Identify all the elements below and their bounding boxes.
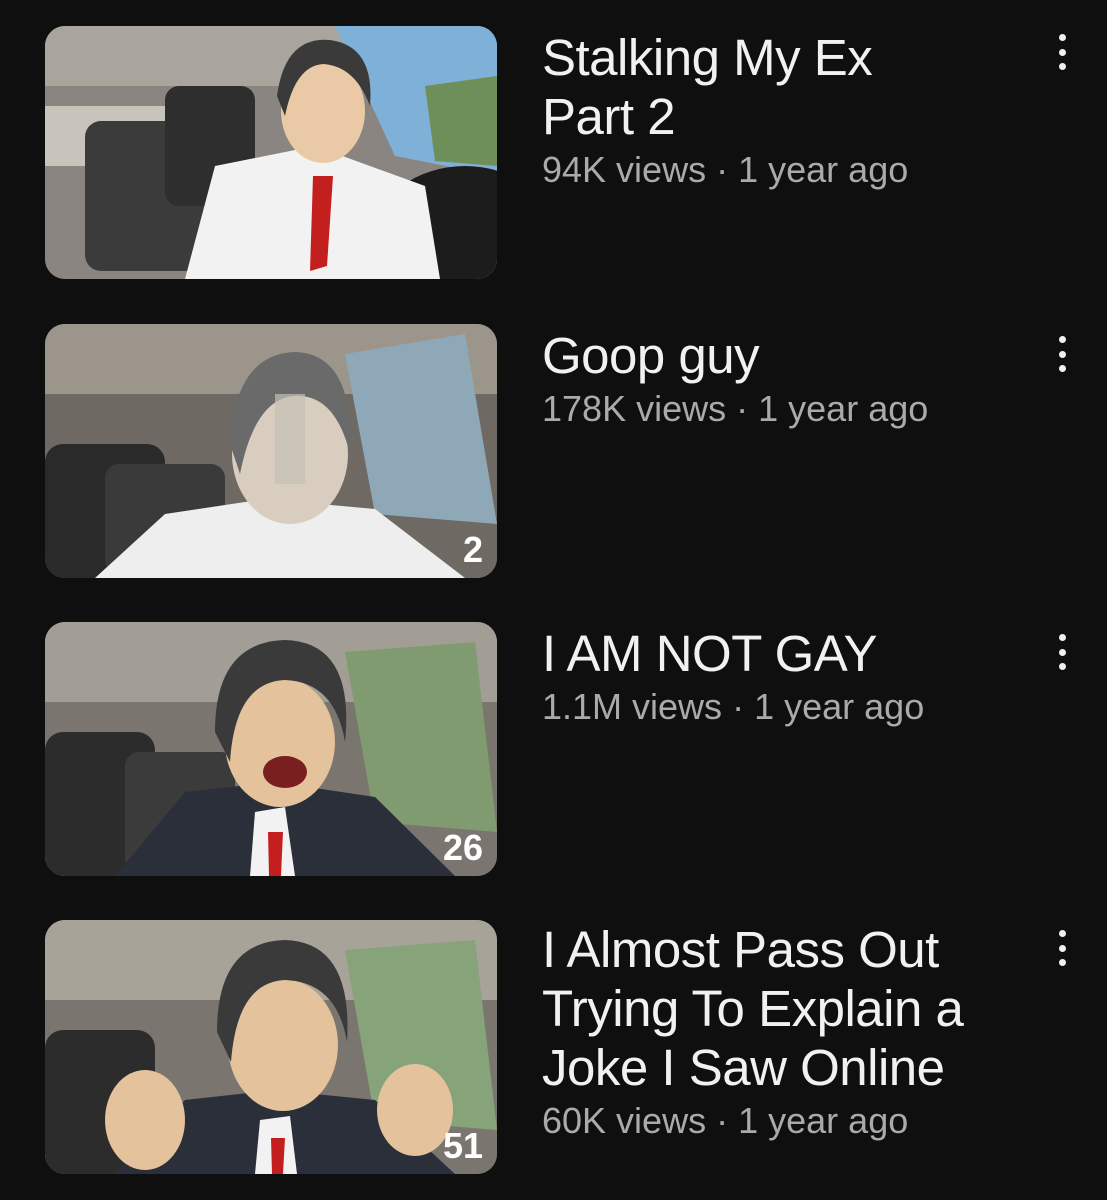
car-interior-illustration (45, 324, 497, 578)
separator: · (716, 1100, 729, 1141)
video-title[interactable]: I AM NOT GAY (542, 624, 1012, 683)
more-vert-icon[interactable] (1050, 926, 1074, 970)
view-count: 60K views (542, 1100, 707, 1141)
video-meta: Goop guy 178K views · 1 year ago (542, 326, 1012, 431)
title-line: Part 2 (542, 88, 676, 145)
episode-number-badge: 26 (442, 827, 483, 868)
video-meta: Stalking My Ex Part 2 94K views · 1 year… (542, 28, 1012, 192)
more-vert-icon[interactable] (1050, 630, 1074, 674)
video-stats: 1.1M views · 1 year ago (542, 685, 1012, 729)
episode-number-badge: 2 (462, 529, 483, 570)
video-stats: 60K views · 1 year ago (542, 1099, 1012, 1143)
title-line: Joke I Saw Online (542, 1039, 945, 1096)
separator: · (736, 388, 749, 429)
video-stats: 178K views · 1 year ago (542, 387, 1012, 431)
separator: · (732, 686, 745, 727)
title-line: I AM NOT GAY (542, 625, 878, 682)
video-title[interactable]: Stalking My Ex Part 2 (542, 28, 1012, 146)
title-line: Goop guy (542, 327, 760, 384)
video-thumbnail[interactable]: 2 (45, 324, 497, 578)
video-title[interactable]: Goop guy (542, 326, 1012, 385)
more-vert-icon[interactable] (1050, 332, 1074, 376)
video-meta: I Almost Pass Out Trying To Explain a Jo… (542, 920, 1012, 1143)
video-thumbnail[interactable]: 26 (45, 622, 497, 876)
upload-age: 1 year ago (738, 149, 909, 190)
car-interior-illustration (45, 920, 497, 1174)
video-meta: I AM NOT GAY 1.1M views · 1 year ago (542, 624, 1012, 729)
video-thumbnail[interactable] (45, 26, 497, 279)
title-line: Trying To Explain a (542, 980, 964, 1037)
view-count: 94K views (542, 149, 707, 190)
view-count: 1.1M views (542, 686, 723, 727)
car-interior-illustration (45, 26, 497, 279)
upload-age: 1 year ago (754, 686, 925, 727)
video-title[interactable]: I Almost Pass Out Trying To Explain a Jo… (542, 920, 1012, 1097)
upload-age: 1 year ago (758, 388, 929, 429)
separator: · (716, 149, 729, 190)
video-thumbnail[interactable]: 51 (45, 920, 497, 1174)
episode-number-badge: 51 (442, 1125, 483, 1166)
view-count: 178K views (542, 388, 727, 429)
video-stats: 94K views · 1 year ago (542, 148, 1012, 192)
title-line: Stalking My Ex (542, 29, 873, 86)
upload-age: 1 year ago (738, 1100, 909, 1141)
title-line: I Almost Pass Out (542, 921, 939, 978)
car-interior-illustration (45, 622, 497, 876)
more-vert-icon[interactable] (1050, 30, 1074, 74)
